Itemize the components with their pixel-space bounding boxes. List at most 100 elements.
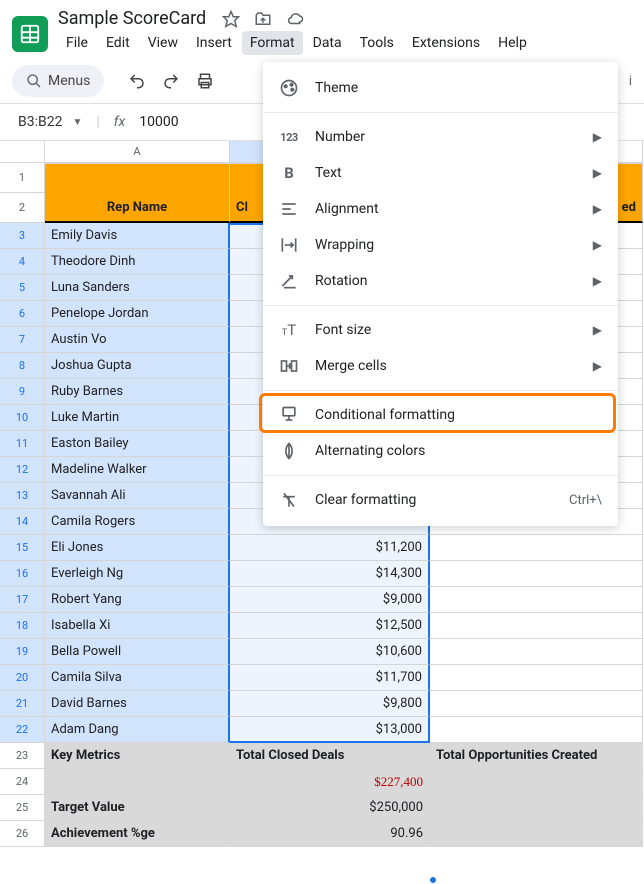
row-header[interactable]: 21 — [0, 691, 45, 717]
cell-rep-name[interactable]: Madeline Walker — [45, 457, 230, 483]
select-all-corner[interactable] — [0, 141, 45, 163]
row-header[interactable]: 9 — [0, 379, 45, 405]
menu-data[interactable]: Data — [305, 31, 350, 55]
row-header[interactable]: 25 — [0, 795, 45, 821]
row-header[interactable]: 23 — [0, 743, 45, 769]
row-header[interactable]: 1 — [0, 163, 45, 193]
format-wrapping[interactable]: Wrapping▶ — [263, 227, 618, 263]
document-title[interactable]: Sample ScoreCard — [58, 8, 206, 29]
cell-summary-value[interactable]: 90.96 — [230, 821, 430, 847]
row-header[interactable]: 4 — [0, 249, 45, 275]
row-header[interactable]: 14 — [0, 509, 45, 535]
row-header[interactable]: 2 — [0, 193, 45, 223]
cell-summary-label[interactable]: Achievement %ge — [45, 821, 230, 847]
cell-rep-name[interactable]: Austin Vo — [45, 327, 230, 353]
row-header[interactable]: 11 — [0, 431, 45, 457]
cell-summary-value[interactable]: $250,000 — [230, 795, 430, 821]
format-number[interactable]: 123Number▶ — [263, 119, 618, 155]
row-header[interactable]: 26 — [0, 821, 45, 847]
row-header[interactable]: 20 — [0, 665, 45, 691]
cell-value[interactable]: $11,700 — [230, 665, 430, 691]
cell[interactable] — [45, 163, 230, 193]
row-header[interactable]: 6 — [0, 301, 45, 327]
row-header[interactable]: 17 — [0, 587, 45, 613]
cloud-status-icon[interactable] — [286, 10, 304, 28]
cell[interactable] — [430, 665, 643, 691]
row-header[interactable]: 24 — [0, 769, 45, 795]
format-conditional-formatting[interactable]: Conditional formatting — [263, 397, 618, 433]
header-rep-name[interactable]: Rep Name — [45, 193, 230, 223]
cell-summary-value[interactable]: Total Closed Deals — [230, 743, 430, 769]
row-header[interactable]: 12 — [0, 457, 45, 483]
cell-rep-name[interactable]: Isabella Xi — [45, 613, 230, 639]
row-header[interactable]: 16 — [0, 561, 45, 587]
row-header[interactable]: 13 — [0, 483, 45, 509]
format-rotation[interactable]: Rotation▶ — [263, 263, 618, 299]
cell-rep-name[interactable]: Savannah Ali — [45, 483, 230, 509]
row-header[interactable]: 7 — [0, 327, 45, 353]
menu-format[interactable]: Format — [242, 31, 303, 55]
cell[interactable] — [430, 561, 643, 587]
print-button[interactable] — [190, 66, 220, 96]
cell-rep-name[interactable]: Camila Rogers — [45, 509, 230, 535]
cell-rep-name[interactable]: Emily Davis — [45, 223, 230, 249]
cell-rep-name[interactable]: Easton Bailey — [45, 431, 230, 457]
row-header[interactable]: 3 — [0, 223, 45, 249]
format-merge-cells[interactable]: Merge cells▶ — [263, 348, 618, 384]
cell-rep-name[interactable]: Luke Martin — [45, 405, 230, 431]
col-header-a[interactable]: A — [45, 141, 230, 163]
cell-rep-name[interactable]: Theodore Dinh — [45, 249, 230, 275]
cell-summary-label[interactable]: Key Metrics — [45, 743, 230, 769]
cell[interactable] — [430, 691, 643, 717]
cell-value[interactable]: $9,000 — [230, 587, 430, 613]
cell-summary-label[interactable] — [45, 769, 230, 795]
cell-rep-name[interactable]: David Barnes — [45, 691, 230, 717]
cell[interactable] — [430, 717, 643, 743]
format-text[interactable]: BText▶ — [263, 155, 618, 191]
cell-value[interactable]: $14,300 — [230, 561, 430, 587]
cell-summary-c[interactable]: Total Opportunities Created — [430, 743, 643, 769]
menu-extensions[interactable]: Extensions — [404, 31, 488, 55]
row-header[interactable]: 19 — [0, 639, 45, 665]
menu-file[interactable]: File — [58, 31, 96, 55]
cell-value[interactable]: $13,000 — [230, 717, 430, 743]
format-font-size[interactable]: TTFont size▶ — [263, 312, 618, 348]
cell-summary-c[interactable] — [430, 769, 643, 795]
cell-rep-name[interactable]: Penelope Jordan — [45, 301, 230, 327]
cell-value[interactable]: $9,800 — [230, 691, 430, 717]
cell-summary-value[interactable]: $227,400 — [230, 769, 430, 795]
format-alternating-colors[interactable]: Alternating colors — [263, 433, 618, 469]
cell-rep-name[interactable]: Ruby Barnes — [45, 379, 230, 405]
move-icon[interactable] — [254, 10, 272, 28]
redo-button[interactable] — [156, 66, 186, 96]
cell-rep-name[interactable]: Adam Dang — [45, 717, 230, 743]
cell-summary-label[interactable]: Target Value — [45, 795, 230, 821]
row-header[interactable]: 8 — [0, 353, 45, 379]
cell-rep-name[interactable]: Bella Powell — [45, 639, 230, 665]
cell-value[interactable]: $12,500 — [230, 613, 430, 639]
menus-search[interactable]: Menus — [12, 65, 104, 97]
cell-rep-name[interactable]: Robert Yang — [45, 587, 230, 613]
row-header[interactable]: 5 — [0, 275, 45, 301]
row-header[interactable]: 15 — [0, 535, 45, 561]
cell-rep-name[interactable]: Luna Sanders — [45, 275, 230, 301]
menu-view[interactable]: View — [140, 31, 186, 55]
cell-rep-name[interactable]: Everleigh Ng — [45, 561, 230, 587]
cell-rep-name[interactable]: Camila Silva — [45, 665, 230, 691]
format-clear-formatting[interactable]: Clear formattingCtrl+\ — [263, 482, 618, 518]
star-icon[interactable] — [222, 10, 240, 28]
cell-summary-c[interactable] — [430, 795, 643, 821]
sheets-logo[interactable] — [12, 16, 48, 52]
row-header[interactable]: 22 — [0, 717, 45, 743]
cell-value[interactable]: $10,600 — [230, 639, 430, 665]
cell[interactable] — [430, 587, 643, 613]
menu-insert[interactable]: Insert — [188, 31, 240, 55]
cell-summary-c[interactable] — [430, 821, 643, 847]
cell-rep-name[interactable]: Eli Jones — [45, 535, 230, 561]
name-box[interactable]: B3:B22 ▼ — [12, 110, 88, 134]
menu-help[interactable]: Help — [490, 31, 535, 55]
format-theme[interactable]: Theme — [263, 70, 618, 106]
cell-rep-name[interactable]: Joshua Gupta — [45, 353, 230, 379]
row-header[interactable]: 18 — [0, 613, 45, 639]
menu-tools[interactable]: Tools — [352, 31, 402, 55]
